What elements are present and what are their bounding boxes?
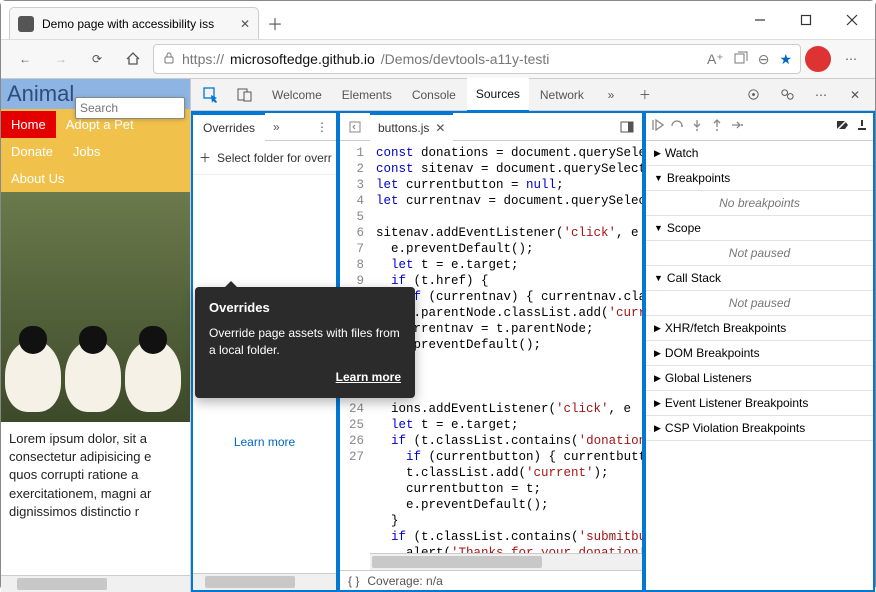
tab-network[interactable]: Network	[531, 79, 593, 111]
select-folder-button[interactable]: ＋ Select folder for overr	[193, 141, 336, 175]
callstack-section[interactable]: ▼Call Stack	[646, 266, 873, 291]
page-preview: Animal Home Adopt a Pet Donate Jobs Abou…	[1, 79, 191, 592]
read-aloud-icon[interactable]: A⁺	[707, 51, 724, 68]
more-tabs-icon[interactable]: »	[595, 79, 627, 111]
settings-icon[interactable]	[737, 79, 769, 111]
forward-button: →	[45, 43, 77, 75]
address-bar: ← → ⟳ https:// microsoftedge.github.io/De…	[1, 39, 875, 79]
breakpoints-section[interactable]: ▼Breakpoints	[646, 166, 873, 191]
hero-image	[1, 192, 190, 422]
navigator-learn-more-link[interactable]: Learn more	[193, 435, 336, 449]
page-nav: Home Adopt a Pet Donate Jobs About Us	[1, 109, 190, 192]
back-button[interactable]: ←	[9, 43, 41, 75]
coverage-label: Coverage: n/a	[367, 574, 442, 588]
tab-sources[interactable]: Sources	[467, 78, 529, 112]
close-file-icon[interactable]: ✕	[435, 121, 445, 135]
favorite-icon[interactable]: ★	[779, 51, 792, 68]
minimize-button[interactable]	[737, 1, 783, 39]
nav-about[interactable]: About Us	[1, 165, 74, 192]
favicon-icon	[18, 16, 34, 32]
overrides-tab[interactable]: Overrides	[193, 113, 265, 141]
profile-avatar[interactable]	[805, 46, 831, 72]
overrides-tooltip: Overrides Override page assets with file…	[195, 287, 415, 398]
url-host: microsoftedge.github.io	[230, 51, 375, 67]
no-breakpoints-label: No breakpoints	[646, 191, 873, 216]
lorem-text: Lorem ipsum dolor, sit a consectetur adi…	[1, 422, 190, 529]
code-hscrollbar[interactable]	[370, 553, 642, 570]
home-button[interactable]	[117, 43, 149, 75]
zoom-icon[interactable]: ⊖	[758, 51, 770, 68]
csp-section[interactable]: ▶CSP Violation Breakpoints	[646, 416, 873, 441]
tab-welcome[interactable]: Welcome	[263, 79, 331, 111]
pause-exceptions-icon[interactable]	[855, 118, 869, 135]
refresh-button[interactable]: ⟳	[81, 43, 113, 75]
collections-icon[interactable]	[734, 51, 748, 68]
devtools-toolbar: Welcome Elements Console Sources Network…	[191, 79, 875, 111]
nav-jobs[interactable]: Jobs	[63, 138, 110, 165]
new-tab-button[interactable]: ＋	[259, 7, 291, 39]
watch-section[interactable]: ▶Watch	[646, 141, 873, 166]
xhr-section[interactable]: ▶XHR/fetch Breakpoints	[646, 316, 873, 341]
navigator-hscrollbar[interactable]	[193, 573, 336, 590]
maximize-button[interactable]	[783, 1, 829, 39]
deactivate-bp-icon[interactable]	[835, 118, 849, 135]
tooltip-title: Overrides	[209, 299, 401, 317]
select-folder-label: Select folder for overr	[217, 151, 332, 165]
navigator-more-icon[interactable]: »	[265, 120, 288, 134]
device-toggle-icon[interactable]	[229, 79, 261, 111]
debugger-panel: ▶Watch ▼Breakpoints No breakpoints ▼Scop…	[644, 111, 875, 592]
file-tab[interactable]: buttons.js ✕	[370, 113, 453, 141]
toggle-pane-icon[interactable]	[612, 113, 642, 141]
footer-braces[interactable]: { }	[348, 574, 359, 588]
close-devtools-icon[interactable]: ✕	[839, 79, 871, 111]
navigator-menu-icon[interactable]: ⋮	[308, 120, 336, 134]
plus-icon: ＋	[199, 149, 211, 166]
step-icon[interactable]	[730, 118, 744, 135]
search-input[interactable]	[75, 97, 185, 119]
add-tab-icon[interactable]: ＋	[629, 79, 661, 111]
file-name: buttons.js	[378, 121, 429, 135]
scope-not-paused: Not paused	[646, 241, 873, 266]
page-hscrollbar[interactable]	[1, 575, 190, 592]
close-window-button[interactable]	[829, 1, 875, 39]
dom-section[interactable]: ▶DOM Breakpoints	[646, 341, 873, 366]
step-out-icon[interactable]	[710, 118, 724, 135]
tab-title: Demo page with accessibility iss	[42, 17, 214, 31]
step-into-icon[interactable]	[690, 118, 704, 135]
more-icon[interactable]: ⋯	[805, 79, 837, 111]
issues-icon[interactable]	[771, 79, 803, 111]
tooltip-learn-more-link[interactable]: Learn more	[209, 369, 401, 386]
inspect-icon[interactable]	[195, 79, 227, 111]
tooltip-body: Override page assets with files from a l…	[209, 325, 401, 359]
browser-tab[interactable]: Demo page with accessibility iss ✕	[9, 7, 259, 39]
tab-console[interactable]: Console	[403, 79, 465, 111]
event-section[interactable]: ▶Event Listener Breakpoints	[646, 391, 873, 416]
url-path: /Demos/devtools-a11y-testi	[381, 51, 550, 67]
global-section[interactable]: ▶Global Listeners	[646, 366, 873, 391]
callstack-not-paused: Not paused	[646, 291, 873, 316]
scope-section[interactable]: ▼Scope	[646, 216, 873, 241]
window-controls	[737, 1, 875, 39]
prev-file-icon[interactable]	[340, 113, 370, 141]
step-over-icon[interactable]	[670, 118, 684, 135]
lock-icon	[162, 51, 176, 68]
debugger-toolbar	[646, 113, 873, 141]
nav-home[interactable]: Home	[1, 111, 56, 138]
nav-donate[interactable]: Donate	[1, 138, 63, 165]
window-titlebar: Demo page with accessibility iss ✕ ＋	[1, 1, 875, 39]
tab-elements[interactable]: Elements	[333, 79, 401, 111]
resume-icon[interactable]	[650, 118, 664, 135]
menu-button[interactable]: ⋯	[835, 43, 867, 75]
url-prefix: https://	[182, 51, 224, 67]
close-tab-icon[interactable]: ✕	[240, 17, 250, 31]
editor-footer: { } Coverage: n/a	[340, 570, 642, 590]
url-field[interactable]: https:// microsoftedge.github.io/Demos/de…	[153, 44, 801, 74]
